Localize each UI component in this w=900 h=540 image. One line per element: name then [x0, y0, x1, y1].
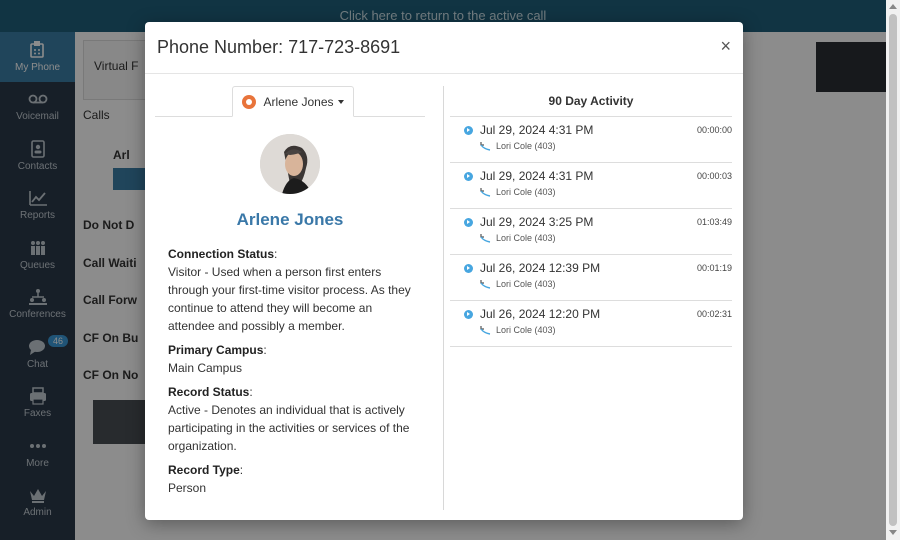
modal-title: Phone Number: 717-723-8691: [157, 37, 401, 57]
activity-duration: 00:02:31: [696, 309, 732, 319]
scrollbar-thumb[interactable]: [889, 14, 897, 526]
detail-label: Connection Status: [168, 247, 275, 261]
play-icon[interactable]: [464, 126, 473, 135]
activity-user-name: Lori Cole (403): [496, 233, 556, 243]
close-icon[interactable]: ×: [720, 36, 731, 57]
play-icon[interactable]: [464, 264, 473, 273]
activity-duration: 00:01:19: [696, 263, 732, 273]
phone-number-modal: Phone Number: 717-723-8691 × Arlene Jone…: [145, 22, 743, 520]
activity-user-name: Lori Cole (403): [496, 187, 556, 197]
activity-date: Jul 29, 2024 4:31 PM: [480, 123, 594, 137]
activity-user-name: Lori Cole (403): [496, 279, 556, 289]
scrollbar[interactable]: [886, 0, 900, 540]
play-icon[interactable]: [464, 218, 473, 227]
scroll-up-arrow-icon[interactable]: [889, 4, 897, 9]
detail-record-status: Record Status: Active - Denotes an indiv…: [168, 385, 410, 453]
activity-item[interactable]: Jul 26, 2024 12:20 PM 00:02:31 Lori Cole…: [450, 301, 732, 347]
activity-duration: 00:00:03: [696, 171, 732, 181]
activity-user: Lori Cole (403): [480, 187, 556, 197]
detail-value: Visitor - Used when a person first enter…: [168, 265, 411, 333]
activity-title: 90 Day Activity: [450, 86, 732, 117]
person-tab-label: Arlene Jones: [263, 94, 334, 109]
crm-logo-icon: [242, 94, 257, 109]
call-direction-icon: [480, 234, 491, 243]
detail-primary-campus: Primary Campus: Main Campus: [168, 343, 267, 375]
person-details: Connection Status: Visitor - Used when a…: [168, 245, 420, 503]
detail-label: Record Type: [168, 463, 240, 477]
activity-user: Lori Cole (403): [480, 325, 556, 335]
activity-user-name: Lori Cole (403): [496, 325, 556, 335]
activity-item[interactable]: Jul 29, 2024 4:31 PM 00:00:03 Lori Cole …: [450, 163, 732, 209]
detail-value: Person: [168, 481, 207, 495]
person-photo-icon: [260, 134, 320, 194]
scroll-down-arrow-icon[interactable]: [889, 530, 897, 535]
activity-user-name: Lori Cole (403): [496, 141, 556, 151]
activity-item[interactable]: Jul 29, 2024 4:31 PM 00:00:00 Lori Cole …: [450, 117, 732, 163]
call-direction-icon: [480, 280, 491, 289]
chevron-down-icon: [337, 99, 344, 104]
activity-date: Jul 29, 2024 3:25 PM: [480, 215, 594, 229]
activity-date: Jul 29, 2024 4:31 PM: [480, 169, 594, 183]
activity-panel: 90 Day Activity Jul 29, 2024 4:31 PM 00:…: [450, 86, 732, 510]
activity-date: Jul 26, 2024 12:39 PM: [480, 261, 601, 275]
detail-record-type: Record Type: Person: [168, 463, 244, 495]
activity-user: Lori Cole (403): [480, 279, 556, 289]
activity-duration: 00:00:00: [696, 125, 732, 135]
detail-value: Main Campus: [168, 361, 243, 375]
detail-label: Primary Campus: [168, 343, 264, 357]
activity-duration: 01:03:49: [696, 217, 732, 227]
activity-date: Jul 26, 2024 12:20 PM: [480, 307, 601, 321]
detail-connection-status: Connection Status: Visitor - Used when a…: [168, 247, 411, 333]
activity-user: Lori Cole (403): [480, 141, 556, 151]
detail-label: Record Status: [168, 385, 250, 399]
play-icon[interactable]: [464, 310, 473, 319]
person-dropdown-tab[interactable]: Arlene Jones: [232, 86, 354, 117]
call-direction-icon: [480, 142, 491, 151]
avatar: [260, 134, 320, 194]
modal-header: Phone Number: 717-723-8691 ×: [145, 22, 743, 74]
activity-item[interactable]: Jul 29, 2024 3:25 PM 01:03:49 Lori Cole …: [450, 209, 732, 255]
detail-value: Active - Denotes an individual that is a…: [168, 403, 410, 453]
person-panel: Arlene Jones Arlene Jones Connection Sta…: [155, 86, 425, 510]
activity-item[interactable]: Jul 26, 2024 12:39 PM 00:01:19 Lori Cole…: [450, 255, 732, 301]
call-direction-icon: [480, 188, 491, 197]
person-name[interactable]: Arlene Jones: [155, 210, 425, 230]
play-icon[interactable]: [464, 172, 473, 181]
activity-user: Lori Cole (403): [480, 233, 556, 243]
call-direction-icon: [480, 326, 491, 335]
column-divider: [443, 86, 444, 510]
